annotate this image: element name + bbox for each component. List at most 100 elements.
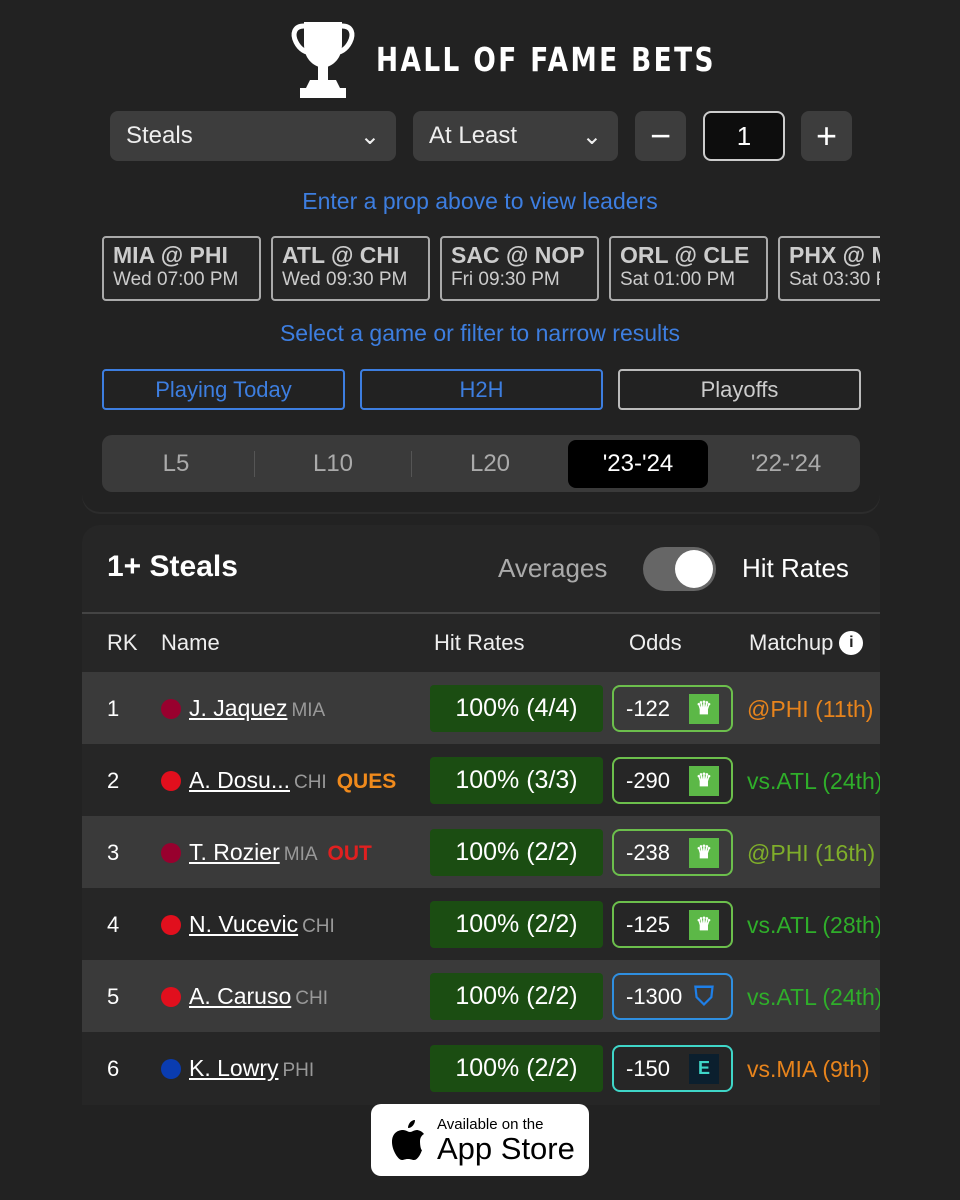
- player-name-link[interactable]: T. Rozier: [189, 839, 280, 865]
- game-time: Sat 01:00 PM: [620, 269, 736, 290]
- card-title: 1+ Steals: [107, 550, 238, 583]
- game-chip[interactable]: ATL @ CHI Wed 09:30 PM: [271, 236, 430, 301]
- toggle-label-hit-rates[interactable]: Hit Rates: [742, 553, 849, 584]
- game-matchup: MIA @ PHI: [113, 242, 228, 268]
- range-23-24[interactable]: '23-'24: [568, 439, 708, 488]
- row-rank: 5: [107, 984, 120, 1009]
- table-row[interactable]: 5 A. Caruso CHI 100% (2/2) -1300 ⛉ vs.ATL …: [82, 960, 880, 1032]
- row-rank: 3: [107, 840, 120, 865]
- comparator-select-value: At Least: [429, 122, 518, 149]
- odds-button[interactable]: -150 E: [612, 1045, 733, 1092]
- draftkings-icon: ♛: [689, 765, 719, 796]
- col-rk[interactable]: RK: [107, 630, 138, 656]
- game-chip[interactable]: SAC @ NOP Fri 09:30 PM: [440, 236, 599, 301]
- odds-value: -238: [626, 839, 671, 865]
- averages-hitrates-toggle[interactable]: [643, 547, 716, 591]
- comparator-select[interactable]: At Least ⌄: [413, 111, 618, 161]
- player-name-link[interactable]: A. Dosu...: [189, 767, 290, 793]
- game-chip[interactable]: PHX @ MINSat 03:30 PM: [778, 236, 880, 301]
- chevron-down-icon: ⌄: [581, 122, 602, 150]
- odds-button[interactable]: -238 ♛: [612, 829, 733, 876]
- odds-button[interactable]: -125 ♛: [612, 901, 733, 948]
- draftkings-icon: ♛: [689, 693, 719, 724]
- filter-playoffs[interactable]: Playoffs: [618, 369, 861, 410]
- game-chip[interactable]: ORL @ CLE Sat 01:00 PM: [609, 236, 768, 301]
- odds-button[interactable]: -1300 ⛉: [612, 973, 733, 1020]
- stat-select[interactable]: Steals ⌄: [110, 111, 396, 161]
- odds-button[interactable]: -122 ♛: [612, 685, 733, 732]
- player-name-link[interactable]: A. Caruso: [189, 983, 291, 1009]
- range-22-24[interactable]: '22-'24: [716, 440, 856, 488]
- col-name[interactable]: Name: [161, 630, 220, 656]
- player-team: MIA: [291, 700, 326, 721]
- range-segmented-control: L5 L10 L20 '23-'24 '22-'24: [102, 435, 860, 492]
- col-matchup[interactable]: Matchup i: [749, 630, 864, 656]
- player-team: CHI: [295, 988, 328, 1009]
- matchup-cell: vs.ATL (24th): [747, 984, 880, 1010]
- odds-value: -150: [626, 1055, 671, 1081]
- decrement-button[interactable]: −: [635, 111, 686, 161]
- game-matchup: ATL @ CHI: [282, 242, 400, 268]
- info-icon[interactable]: i: [839, 631, 864, 655]
- odds-value: -1300: [626, 983, 683, 1009]
- divider: [82, 612, 880, 614]
- table-row[interactable]: 3 T. Rozier MIA OUT 100% (2/2) -238 ♛ @PHI …: [82, 816, 880, 888]
- row-rank: 6: [107, 1056, 120, 1081]
- hit-rate-badge: 100% (2/2): [430, 901, 603, 948]
- team-color-dot: [161, 771, 181, 791]
- odds-button[interactable]: -290 ♛: [612, 757, 733, 804]
- matchup-cell: vs.MIA (9th): [747, 1056, 870, 1082]
- col-odds[interactable]: Odds: [629, 630, 682, 656]
- range-l10[interactable]: L10: [263, 440, 403, 488]
- fanduel-icon: ⛉: [694, 980, 714, 1011]
- player-team: CHI: [293, 772, 327, 793]
- matchup-cell: @PHI (11th): [747, 696, 874, 722]
- game-matchup: SAC @ NOP: [451, 242, 585, 268]
- player-cell: K. Lowry PHI: [189, 1055, 314, 1082]
- game-matchup: PHX @ MIN: [789, 242, 880, 268]
- toggle-knob: [675, 550, 713, 588]
- range-l5[interactable]: L5: [106, 440, 246, 488]
- increment-button[interactable]: +: [801, 111, 852, 161]
- player-cell: N. Vucevic CHI: [189, 911, 335, 938]
- game-chip[interactable]: MIA @ PHI Wed 07:00 PM: [102, 236, 261, 301]
- injury-status: OUT: [327, 842, 372, 865]
- team-color-dot: [161, 1059, 181, 1079]
- player-team: PHI: [282, 1060, 315, 1081]
- apple-icon: [392, 1120, 424, 1160]
- player-name-link[interactable]: K. Lowry: [189, 1055, 278, 1081]
- table-row[interactable]: 6 K. Lowry PHI 100% (2/2) -150 E vs.MIA (9…: [82, 1032, 880, 1104]
- hit-rate-badge: 100% (2/2): [430, 1045, 603, 1092]
- game-time: Sat 03:30 PM: [789, 269, 880, 290]
- games-scroller[interactable]: MIA @ PHI Wed 07:00 PM ATL @ CHI Wed 09:30 …: [102, 236, 880, 302]
- player-cell: T. Rozier MIA OUT: [189, 839, 372, 866]
- table-row[interactable]: 4 N. Vucevic CHI 100% (2/2) -125 ♛ vs.ATL …: [82, 888, 880, 960]
- leaders-table: 1 J. Jaquez MIA 100% (4/4) -122 ♛ @PHI (11…: [82, 672, 880, 1104]
- trophy-icon: [291, 22, 355, 98]
- player-name-link[interactable]: J. Jaquez: [189, 695, 287, 721]
- odds-value: -122: [626, 695, 671, 721]
- toggle-label-averages[interactable]: Averages: [498, 553, 607, 584]
- app-store-big-text: App Store: [437, 1130, 575, 1166]
- odds-value: -125: [626, 911, 671, 937]
- table-row[interactable]: 2 A. Dosu... CHI QUES 100% (3/3) -290 ♛ vs.…: [82, 744, 880, 816]
- col-hit-rates[interactable]: Hit Rates: [434, 630, 524, 656]
- range-l20[interactable]: L20: [420, 440, 560, 488]
- row-rank: 4: [107, 912, 120, 937]
- player-name-link[interactable]: N. Vucevic: [189, 911, 298, 937]
- player-cell: J. Jaquez MIA: [189, 695, 325, 722]
- table-row[interactable]: 1 J. Jaquez MIA 100% (4/4) -122 ♛ @PHI (11…: [82, 672, 880, 744]
- row-rank: 1: [107, 696, 120, 721]
- threshold-input[interactable]: 1: [703, 111, 785, 161]
- game-time: Wed 09:30 PM: [282, 269, 408, 290]
- filter-h2h[interactable]: H2H: [360, 369, 603, 410]
- filter-playing-today[interactable]: Playing Today: [102, 369, 345, 410]
- brand-name: HALL OF FAME BETS: [376, 39, 716, 79]
- game-hint: Select a game or filter to narrow result…: [279, 320, 681, 346]
- game-time: Fri 09:30 PM: [451, 269, 560, 290]
- draftkings-icon: ♛: [689, 837, 719, 868]
- chevron-down-icon: ⌄: [359, 122, 380, 150]
- app-store-badge[interactable]: Available on the App Store: [371, 1104, 589, 1176]
- divider: [254, 450, 255, 477]
- draftkings-icon: ♛: [689, 909, 719, 940]
